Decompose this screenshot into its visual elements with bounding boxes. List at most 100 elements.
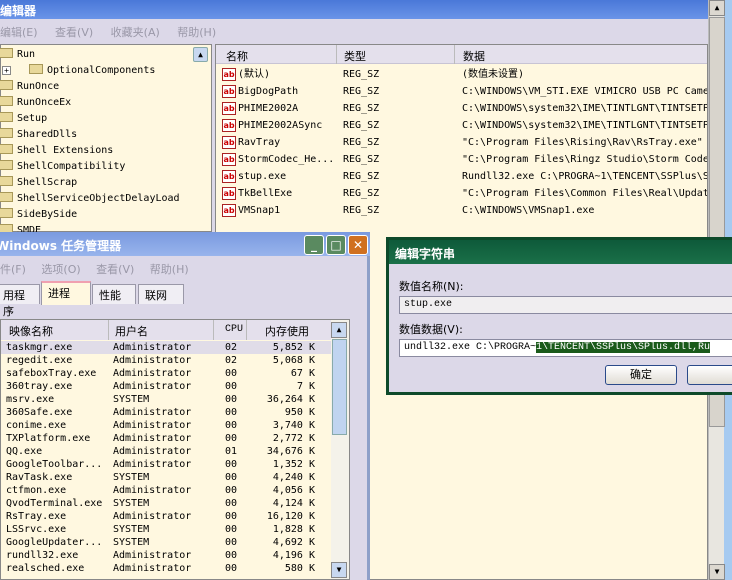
maximize-button[interactable]: □ [326,235,346,255]
menu-options[interactable]: 选项(O) [41,263,80,276]
tree-key-label: Setup [17,113,48,124]
tree-key[interactable]: RunOnce [0,79,59,95]
tree-key[interactable]: SharedDlls [0,127,77,143]
ok-button[interactable]: 确定 [605,365,677,385]
process-row[interactable]: regedit.exe Administrator 02 5,068 K [1,354,331,367]
tree-key[interactable]: RunOnceEx [0,95,71,111]
value-row[interactable]: ab TkBellExe REG_SZ "C:\Program Files\Commo… [216,185,707,202]
process-row[interactable]: TXPlatform.exe Administrator 00 2,772 K [1,432,331,445]
column-memory[interactable]: 内存使用 [265,323,309,339]
tree-scroll-up-icon[interactable]: ▲ [193,47,208,62]
value-data-input[interactable]: undll32.exe C:\PROGRA~1\TENCENT\SSPlus\S… [399,339,732,357]
value-row[interactable]: ab PHIME2002A REG_SZ C:\WINDOWS\system32\IM… [216,100,707,117]
folder-icon [0,128,13,138]
process-row[interactable]: rundll32.exe Administrator 00 4,196 K [1,549,331,562]
process-row[interactable]: RsTray.exe Administrator 00 16,120 K [1,510,331,523]
tree-key[interactable]: Shell Extensions [0,143,113,159]
process-row[interactable]: realsched.exe Administrator 00 580 K [1,562,331,575]
cancel-button[interactable] [687,365,732,385]
tab-applications[interactable]: 用程序 [0,284,40,318]
process-row[interactable]: ctfmon.exe Administrator 00 4,056 K [1,484,331,497]
value-row[interactable]: ab BigDogPath REG_SZ C:\WINDOWS\VM_STI.EXE … [216,83,707,100]
value-type: REG_SZ [343,103,380,114]
process-row[interactable]: 360tray.exe Administrator 00 7 K [1,380,331,393]
process-list-scrollbar[interactable]: ▲ ▼ [331,320,349,579]
process-cpu: 00 [225,368,238,379]
close-button[interactable]: ✕ [348,235,368,255]
process-name: RavTask.exe [6,472,73,483]
process-user: Administrator [113,407,192,418]
process-row[interactable]: QQ.exe Administrator 01 34,676 K [1,445,331,458]
process-row[interactable]: RavTask.exe SYSTEM 00 4,240 K [1,471,331,484]
tab-networking[interactable]: 联网 [138,284,184,304]
column-cpu[interactable]: CPU [225,324,243,335]
menu-edit[interactable]: 编辑(E) [0,26,38,39]
column-data[interactable]: 数据 [463,48,485,64]
process-row[interactable]: taskmgr.exe Administrator 02 5,852 K [1,341,331,354]
process-name: rundll32.exe [6,550,79,561]
tree-key[interactable]: ShellCompatibility [0,159,125,175]
value-row[interactable]: ab PHIME2002ASync REG_SZ C:\WINDOWS\system3… [216,117,707,134]
tree-key[interactable]: ShellScrap [0,175,77,191]
tree-key-label: SideBySide [17,209,78,220]
process-name: TXPlatform.exe [6,433,91,444]
expand-icon[interactable]: + [2,66,11,75]
string-value-icon: ab [222,169,236,183]
process-memory: 4,240 K [272,472,315,483]
scroll-thumb[interactable] [332,339,347,435]
process-memory: 4,692 K [272,537,315,548]
menu-help[interactable]: 帮助(H) [150,263,189,276]
column-name[interactable]: 名称 [226,48,248,64]
tree-key[interactable]: + OptionalComponents [1,63,155,79]
process-row[interactable]: QvodTerminal.exe SYSTEM 00 4,124 K [1,497,331,510]
tab-processes[interactable]: 进程 [41,281,91,305]
value-row[interactable]: ab StormCodec_He... REG_SZ "C:\Program File… [216,151,707,168]
column-type[interactable]: 类型 [344,48,366,64]
process-row[interactable]: LSSrvc.exe SYSTEM 00 1,828 K [1,523,331,536]
tree-key[interactable]: Run [0,47,35,63]
process-memory: 34,676 K [266,446,315,457]
process-memory: 580 K [284,563,315,574]
value-name: BigDogPath [238,86,299,97]
value-name: PHIME2002A [238,103,299,114]
value-row[interactable]: ab (默认) REG_SZ (数值未设置) [216,66,707,83]
value-name-field[interactable]: stup.exe [399,296,732,314]
minimize-button[interactable]: _ [304,235,324,255]
process-row[interactable]: safeboxTray.exe Administrator 00 67 K [1,367,331,380]
scroll-up-icon[interactable]: ▲ [331,322,347,338]
tree-key-label: Shell Extensions [17,145,114,156]
process-name: RsTray.exe [6,511,67,522]
scroll-down-icon[interactable]: ▼ [709,564,725,580]
process-list-header: 映像名称 用户名 CPU 内存使用 [1,320,331,340]
scroll-up-icon[interactable]: ▲ [709,0,725,16]
process-row[interactable]: msrv.exe SYSTEM 00 36,264 K [1,393,331,406]
tree-key-label: RunOnceEx [17,97,72,108]
value-data: Rundll32.exe C:\PROGRA~1\TENCENT\SSPlus\… [462,171,708,182]
tab-performance[interactable]: 性能 [92,284,136,304]
folder-icon [0,112,13,122]
value-row[interactable]: ab RavTray REG_SZ "C:\Program Files\Rising\… [216,134,707,151]
tree-key[interactable]: ShellServiceObjectDelayLoad [0,191,180,207]
tree-key-label: ShellScrap [17,177,78,188]
value-row[interactable]: ab stup.exe REG_SZ Rundll32.exe C:\PROGRA~1… [216,168,708,185]
menu-help[interactable]: 帮助(H) [177,26,216,39]
scroll-down-icon[interactable]: ▼ [331,562,347,578]
tree-key[interactable]: Setup [0,111,47,127]
process-row[interactable]: conime.exe Administrator 00 3,740 K [1,419,331,432]
folder-icon [0,192,13,202]
folder-icon [0,96,13,106]
process-row[interactable]: GoogleUpdater... SYSTEM 00 4,692 K [1,536,331,549]
process-user: Administrator [113,563,192,574]
process-memory: 2,772 K [272,433,315,444]
menu-view[interactable]: 查看(V) [55,26,93,39]
menu-file[interactable]: 件(F) [0,263,26,276]
menu-favorites[interactable]: 收藏夹(A) [111,26,160,39]
process-row[interactable]: GoogleToolbar... Administrator 00 1,352 K [1,458,331,471]
column-image-name[interactable]: 映像名称 [9,323,53,339]
tree-key[interactable]: SideBySide [0,207,77,223]
value-row[interactable]: ab VMSnap1 REG_SZ C:\WINDOWS\VMSnap1.exe [216,202,707,219]
menu-view[interactable]: 查看(V) [96,263,134,276]
process-memory: 3,740 K [272,420,315,431]
column-user-name[interactable]: 用户名 [115,323,148,339]
process-row[interactable]: 360Safe.exe Administrator 00 950 K [1,406,331,419]
